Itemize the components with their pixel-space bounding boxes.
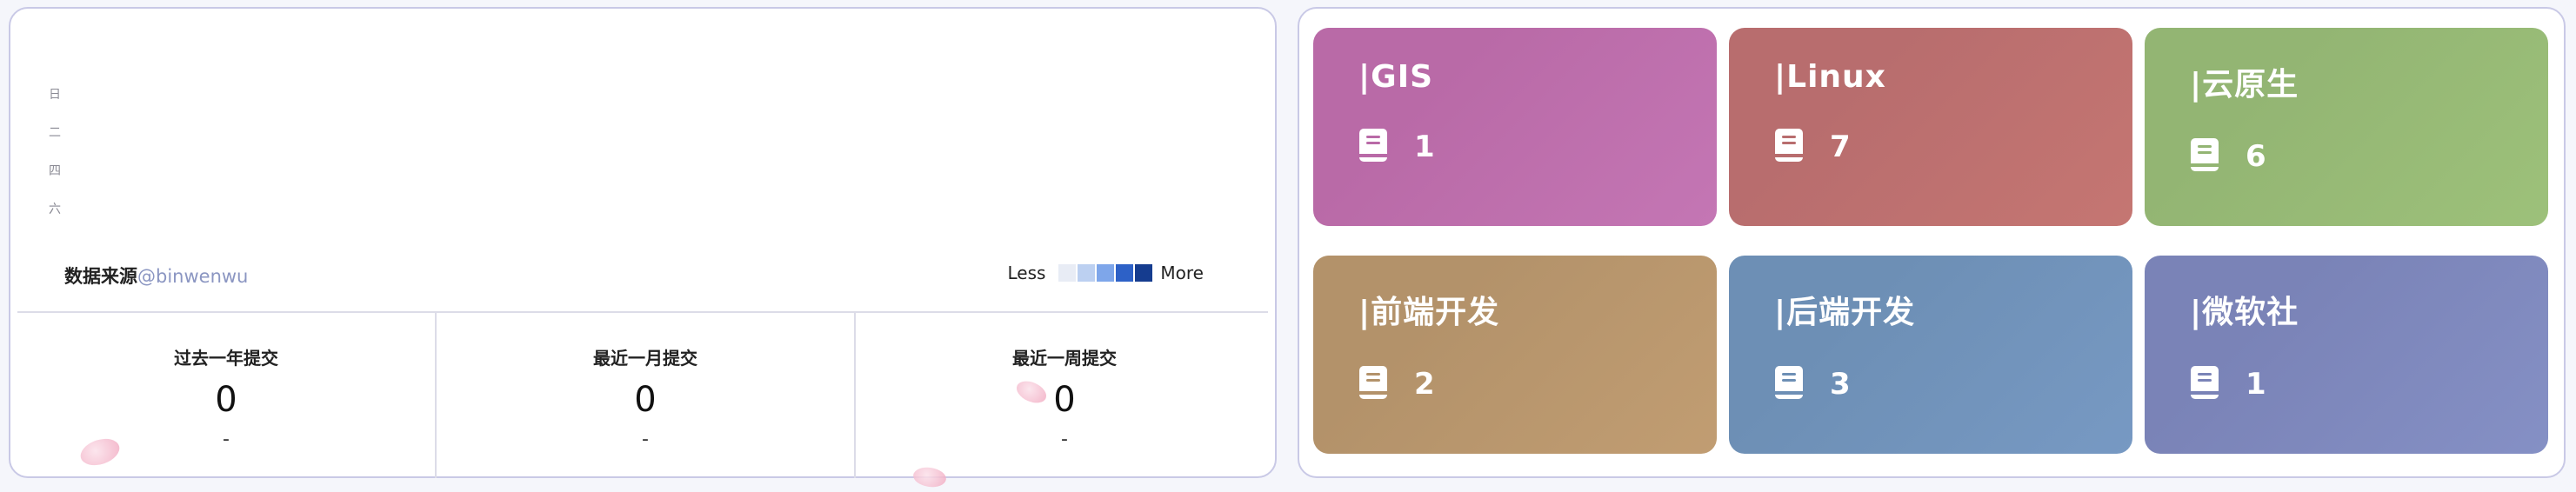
category-count-row: 1: [1358, 128, 1717, 166]
contribution-legend: Less More: [1007, 263, 1204, 283]
categories-panel: |GIS 1 |Linux 7 |云原生 6 |前端开发 2 |后端开发 3 |微软社 1: [1298, 7, 2566, 478]
contribution-panel: 日 二 四 六 数据来源@binwenwu Less More 过去一年提交 0…: [9, 7, 1277, 478]
book-icon: [1358, 365, 1414, 403]
category-count: 1: [1414, 130, 1435, 164]
legend-less-label: Less: [1007, 263, 1046, 283]
category-name: |Linux: [1774, 59, 1886, 95]
stat-title: 最近一月提交: [593, 348, 697, 369]
category-count-row: 7: [1774, 128, 2132, 166]
stat-week: 最近一周提交 0 -: [856, 313, 1273, 478]
book-icon: [1774, 365, 1830, 403]
book-icon: [1774, 128, 1830, 166]
category-card[interactable]: |前端开发 2: [1313, 256, 1717, 454]
category-count-row: 3: [1774, 365, 2132, 403]
category-count-row: 1: [2190, 365, 2548, 403]
data-source-label: 数据来源: [64, 266, 137, 287]
category-count: 3: [1830, 367, 1851, 402]
category-card[interactable]: |GIS 1: [1313, 28, 1717, 226]
legend-cell: [1116, 264, 1134, 282]
category-name: |后端开发: [1774, 295, 1916, 330]
stat-value: 0: [1053, 380, 1076, 420]
book-icon: [2190, 137, 2246, 176]
legend-scale: [1058, 264, 1153, 282]
legend-cell: [1135, 264, 1153, 282]
legend-cell: [1078, 264, 1096, 282]
category-card[interactable]: |云原生 6: [2145, 28, 2548, 226]
stat-value: 0: [634, 380, 657, 420]
stat-subtext: -: [642, 429, 649, 450]
legend-cell: [1097, 264, 1115, 282]
stat-month: 最近一月提交 0 -: [437, 313, 854, 478]
book-icon: [1358, 128, 1414, 166]
category-card[interactable]: |后端开发 3: [1729, 256, 2132, 454]
category-name: |微软社: [2190, 295, 2299, 330]
data-source-author-link[interactable]: @binwenwu: [137, 266, 248, 287]
category-count-row: 6: [2190, 137, 2548, 176]
stat-value: 0: [215, 380, 237, 420]
book-icon: [2190, 365, 2246, 403]
category-count: 2: [1414, 367, 1435, 402]
data-source: 数据来源@binwenwu: [64, 263, 248, 289]
category-name: |前端开发: [1358, 295, 1500, 330]
stat-subtext: -: [1061, 429, 1068, 450]
category-name: |云原生: [2190, 67, 2299, 103]
legend-more-label: More: [1160, 263, 1204, 283]
weekday-label: 六: [49, 203, 61, 216]
stat-subtext: -: [223, 429, 230, 450]
category-count: 7: [1830, 130, 1851, 164]
category-count-row: 2: [1358, 365, 1717, 403]
category-count: 1: [2246, 367, 2266, 402]
weekday-label: 日: [49, 88, 61, 102]
weekday-label: 二: [49, 126, 61, 140]
stat-title: 最近一周提交: [1012, 348, 1117, 369]
category-card[interactable]: |微软社 1: [2145, 256, 2548, 454]
legend-cell: [1058, 264, 1077, 282]
weekday-label: 四: [49, 164, 61, 178]
category-card[interactable]: |Linux 7: [1729, 28, 2132, 226]
category-name: |GIS: [1358, 59, 1434, 95]
category-count: 6: [2246, 139, 2266, 174]
stat-title: 过去一年提交: [174, 348, 278, 369]
